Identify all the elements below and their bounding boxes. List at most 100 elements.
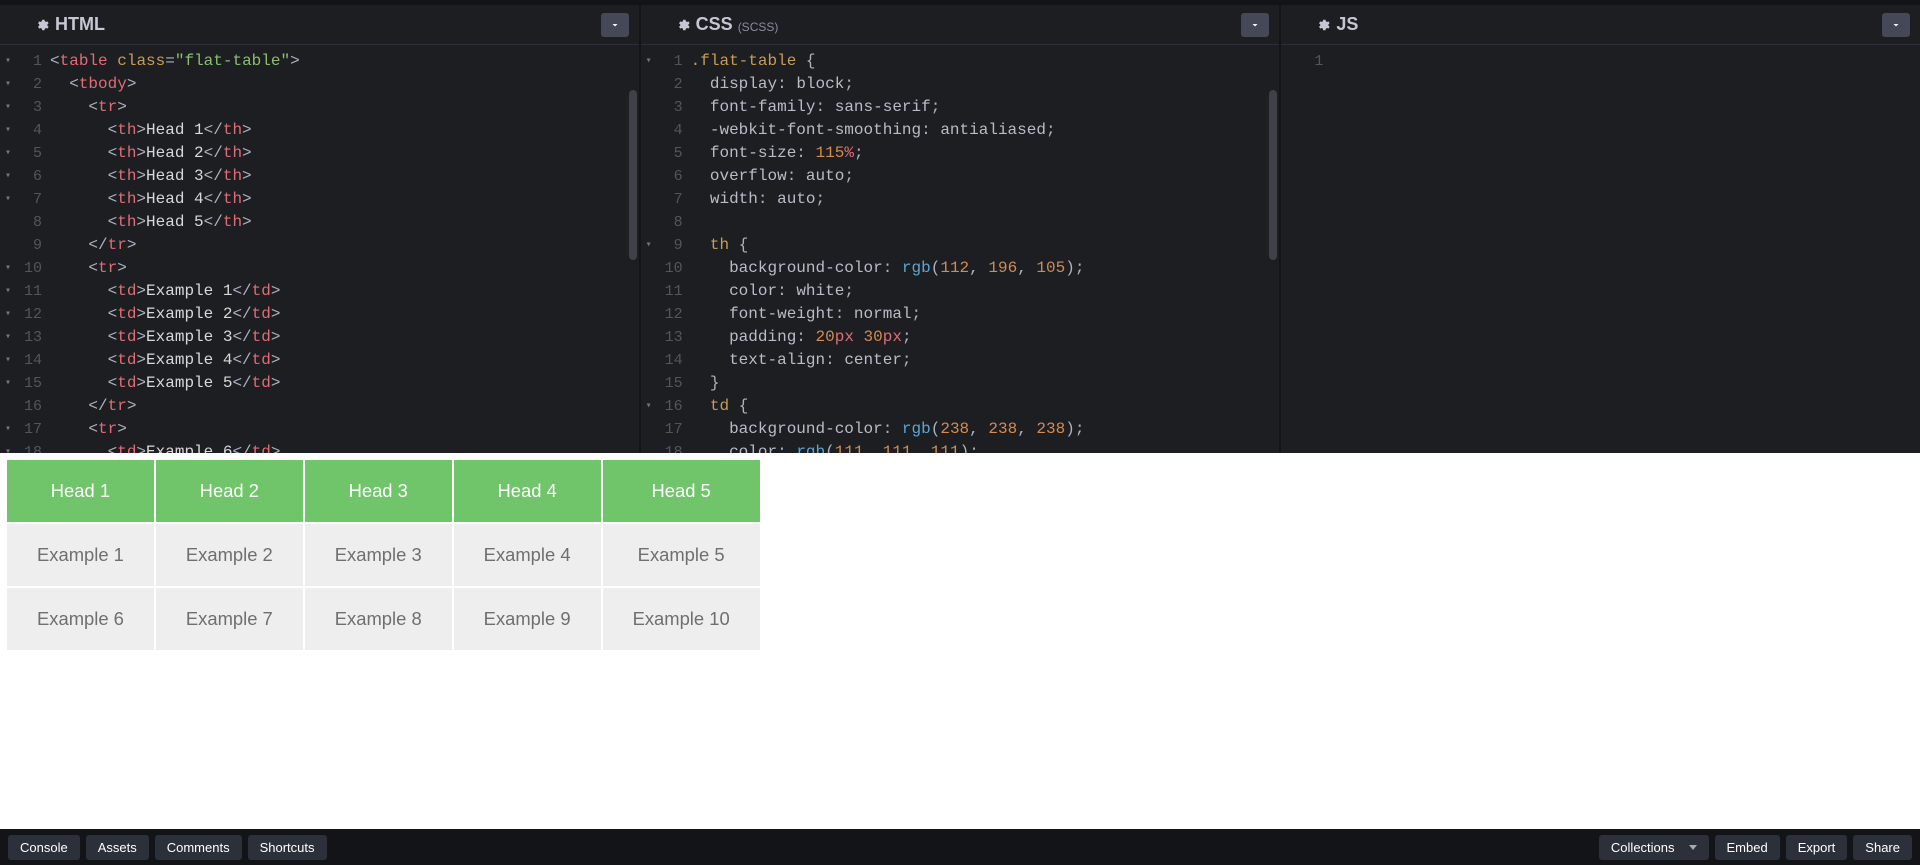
css-panel-subtitle: (SCSS) [738,20,779,34]
chevron-down-icon [1249,19,1261,31]
embed-button[interactable]: Embed [1715,835,1780,860]
fold-arrow-icon[interactable]: ▾ [5,50,11,73]
line-number: 8 [0,211,42,234]
css-panel-title: CSS [696,14,733,35]
fold-arrow-icon[interactable]: ▾ [646,395,652,418]
code-line[interactable]: <tbody> [50,73,639,96]
js-editor[interactable]: 1 [1281,45,1920,453]
code-line[interactable]: <td>Example 6</td> [50,441,639,453]
code-line[interactable]: <th>Head 3</th> [50,165,639,188]
comments-button[interactable]: Comments [155,835,242,860]
chevron-down-icon [609,19,621,31]
code-line[interactable]: <tr> [50,257,639,280]
code-line[interactable]: color: rgb(111, 111, 111); [691,441,1280,453]
fold-arrow-icon[interactable]: ▾ [5,303,11,326]
collections-button[interactable]: Collections [1599,835,1709,860]
gear-icon[interactable] [676,18,690,32]
fold-arrow-icon[interactable]: ▾ [5,142,11,165]
js-panel-title: JS [1336,14,1358,35]
line-number: 1▾ [641,50,683,73]
line-number: 1 [1281,50,1323,73]
footer-bar: ConsoleAssetsCommentsShortcuts Collectio… [0,829,1920,865]
js-panel-dropdown[interactable] [1882,13,1910,37]
fold-arrow-icon[interactable]: ▾ [5,280,11,303]
fold-arrow-icon[interactable]: ▾ [5,73,11,96]
fold-arrow-icon[interactable]: ▾ [5,349,11,372]
css-panel-dropdown[interactable] [1241,13,1269,37]
code-line[interactable]: th { [691,234,1280,257]
shortcuts-button[interactable]: Shortcuts [248,835,327,860]
fold-arrow-icon[interactable]: ▾ [5,96,11,119]
assets-button[interactable]: Assets [86,835,149,860]
table-cell: Example 10 [603,588,760,650]
code-line[interactable]: background-color: rgb(238, 238, 238); [691,418,1280,441]
table-cell: Example 9 [454,588,601,650]
code-line[interactable]: font-size: 115%; [691,142,1280,165]
html-editor[interactable]: 1▾2▾3▾4▾5▾6▾7▾8910▾11▾12▾13▾14▾15▾1617▾1… [0,45,639,453]
fold-arrow-icon[interactable]: ▾ [5,165,11,188]
line-number: 15 [641,372,683,395]
line-number: 11 [641,280,683,303]
code-line[interactable]: <table class="flat-table"> [50,50,639,73]
html-panel-title: HTML [55,14,105,35]
line-number: 12 [641,303,683,326]
code-line[interactable]: <tr> [50,96,639,119]
fold-arrow-icon[interactable]: ▾ [5,418,11,441]
code-line[interactable]: <th>Head 4</th> [50,188,639,211]
line-number: 6 [641,165,683,188]
code-line[interactable]: <td>Example 1</td> [50,280,639,303]
gear-icon[interactable] [35,18,49,32]
line-number: 6▾ [0,165,42,188]
console-button[interactable]: Console [8,835,80,860]
share-button[interactable]: Share [1853,835,1912,860]
code-line[interactable]: <td>Example 2</td> [50,303,639,326]
code-line[interactable]: </tr> [50,395,639,418]
fold-arrow-icon[interactable]: ▾ [5,441,11,453]
code-line[interactable]: <td>Example 3</td> [50,326,639,349]
code-line[interactable]: td { [691,395,1280,418]
fold-arrow-icon[interactable]: ▾ [646,234,652,257]
fold-arrow-icon[interactable]: ▾ [5,372,11,395]
code-line[interactable] [1331,50,1920,73]
code-line[interactable]: } [691,372,1280,395]
code-line[interactable]: color: white; [691,280,1280,303]
code-line[interactable] [691,211,1280,234]
line-number: 2 [641,73,683,96]
code-line[interactable]: -webkit-font-smoothing: antialiased; [691,119,1280,142]
code-line[interactable]: <th>Head 2</th> [50,142,639,165]
code-line[interactable]: <td>Example 4</td> [50,349,639,372]
code-line[interactable]: .flat-table { [691,50,1280,73]
code-line[interactable]: </tr> [50,234,639,257]
editors-row: HTML 1▾2▾3▾4▾5▾6▾7▾8910▾11▾12▾13▾14▾15▾1… [0,0,1920,453]
css-editor[interactable]: 1▾23456789▾10111213141516▾1718 .flat-tab… [641,45,1280,453]
fold-arrow-icon[interactable]: ▾ [5,119,11,142]
code-line[interactable]: background-color: rgb(112, 196, 105); [691,257,1280,280]
table-header-cell: Head 3 [305,460,452,522]
code-line[interactable]: <td>Example 5</td> [50,372,639,395]
js-panel: JS 1 [1281,5,1920,453]
export-button[interactable]: Export [1786,835,1848,860]
table-cell: Example 8 [305,588,452,650]
code-line[interactable]: width: auto; [691,188,1280,211]
table-header-cell: Head 1 [7,460,154,522]
code-line[interactable]: overflow: auto; [691,165,1280,188]
code-line[interactable]: font-weight: normal; [691,303,1280,326]
code-line[interactable]: font-family: sans-serif; [691,96,1280,119]
code-line[interactable]: <tr> [50,418,639,441]
code-line[interactable]: display: block; [691,73,1280,96]
code-line[interactable]: text-align: center; [691,349,1280,372]
line-number: 17▾ [0,418,42,441]
code-line[interactable]: <th>Head 1</th> [50,119,639,142]
scrollbar-thumb[interactable] [629,90,637,260]
html-panel-dropdown[interactable] [601,13,629,37]
code-line[interactable]: <th>Head 5</th> [50,211,639,234]
line-number: 5▾ [0,142,42,165]
code-line[interactable]: padding: 20px 30px; [691,326,1280,349]
scrollbar-thumb[interactable] [1269,90,1277,260]
fold-arrow-icon[interactable]: ▾ [5,326,11,349]
gear-icon[interactable] [1316,18,1330,32]
fold-arrow-icon[interactable]: ▾ [5,257,11,280]
fold-arrow-icon[interactable]: ▾ [646,50,652,73]
fold-arrow-icon[interactable]: ▾ [5,188,11,211]
table-cell: Example 3 [305,524,452,586]
